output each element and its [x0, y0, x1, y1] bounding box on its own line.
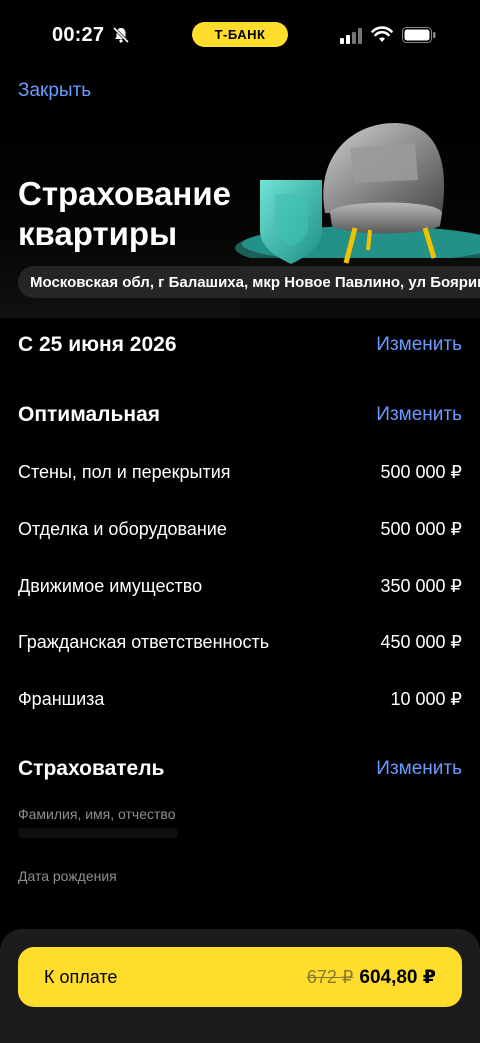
address-chip[interactable]: Московская обл, г Балашиха, мкр Новое Па…: [18, 266, 480, 298]
coverage-value: 500 000 ₽: [380, 462, 462, 482]
coverage-label: Движимое имущество: [18, 576, 203, 596]
pay-label: К оплате: [44, 966, 118, 987]
coverage-label: Гражданская ответственность: [18, 632, 270, 652]
coverage-row: Движимое имущество 350 000 ₽: [18, 576, 462, 597]
change-plan-button[interactable]: Изменить: [376, 404, 462, 426]
insurer-title: Страхователь: [18, 757, 165, 780]
cellular-signal-icon: [340, 28, 364, 49]
coverage-row: Отделка и оборудование 500 000 ₽: [18, 519, 462, 540]
coverage-label: Стены, пол и перекрытия: [18, 462, 231, 482]
birth-date-label: Дата рождения: [18, 868, 117, 884]
page-title-line2: квартиры: [18, 215, 178, 252]
deductible-row: Франшиза 10 000 ₽: [18, 689, 462, 710]
coverage-value: 350 000 ₽: [380, 576, 462, 596]
address-text: Московская обл, г Балашиха, мкр Новое Па…: [30, 273, 480, 291]
full-name-value-hidden: [18, 828, 178, 838]
total-price: 604,80 ₽: [359, 966, 436, 988]
change-insurer-button[interactable]: Изменить: [376, 758, 462, 780]
coverage-row: Гражданская ответственность 450 000 ₽: [18, 632, 462, 653]
status-time: 00:27: [52, 24, 105, 46]
page-title: Страхование квартиры: [18, 174, 231, 254]
battery-icon: [402, 27, 436, 48]
old-price: 672 ₽: [306, 966, 354, 987]
start-date-label: С 25 июня 2026: [18, 333, 177, 356]
pay-prices: 672 ₽ 604,80 ₽: [307, 966, 436, 989]
carrier-badge: Т-БАНК: [192, 22, 288, 47]
page-title-line1: Страхование: [18, 175, 231, 212]
full-name-label: Фамилия, имя, отчество: [18, 806, 176, 822]
coverage-row: Стены, пол и перекрытия 500 000 ₽: [18, 462, 462, 483]
hero-banner: Страхование квартиры Московская обл, г Б…: [0, 118, 480, 318]
start-date-row: С 25 июня 2026 Изменить: [18, 333, 462, 357]
status-bar: 00:27 Т-БАНК: [0, 0, 480, 70]
bell-muted-icon: [112, 26, 130, 49]
plan-title: Оптимальная: [18, 403, 161, 426]
deductible-label: Франшиза: [18, 689, 105, 709]
pay-button[interactable]: К оплате 672 ₽ 604,80 ₽: [18, 947, 462, 1007]
change-start-date-button[interactable]: Изменить: [376, 334, 462, 356]
coverage-value: 500 000 ₽: [380, 519, 462, 539]
wifi-icon: [371, 26, 393, 48]
close-button[interactable]: Закрыть: [18, 80, 91, 102]
insurer-header-row: Страхователь Изменить: [18, 757, 462, 781]
plan-header-row: Оптимальная Изменить: [18, 403, 462, 427]
deductible-value: 10 000 ₽: [390, 689, 462, 709]
coverage-label: Отделка и оборудование: [18, 519, 227, 539]
coverage-value: 450 000 ₽: [380, 632, 462, 652]
